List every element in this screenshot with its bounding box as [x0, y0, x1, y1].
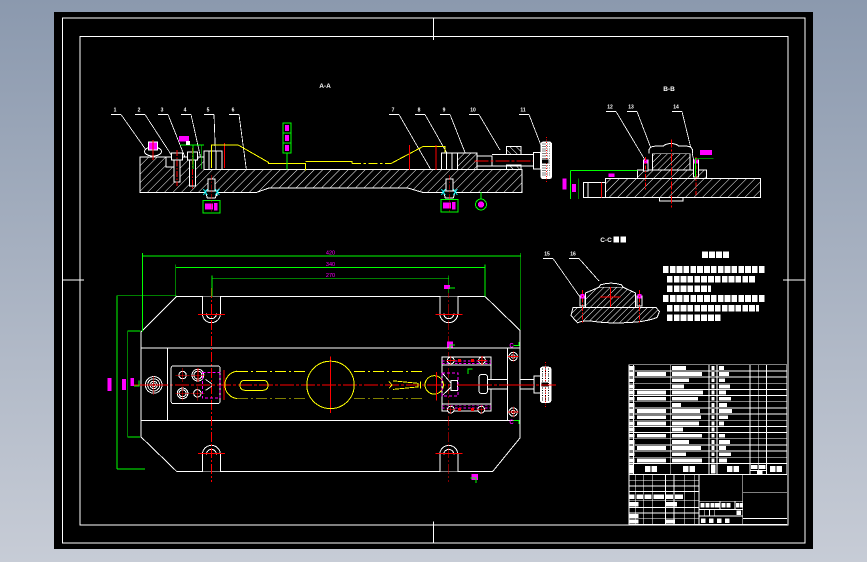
svg-text:1: 1: [114, 108, 117, 114]
svg-text:6: 6: [232, 108, 235, 114]
svg-text:3: 3: [161, 108, 164, 114]
svg-text:9: 9: [443, 108, 446, 114]
svg-text:7: 7: [392, 108, 395, 114]
svg-text:16: 16: [570, 252, 576, 258]
svg-text:420: 420: [326, 251, 335, 257]
svg-text:C-C: C-C: [600, 237, 612, 244]
svg-text:2: 2: [138, 108, 141, 114]
svg-text:10: 10: [470, 108, 476, 114]
svg-text:C: C: [509, 344, 514, 350]
svg-text:5: 5: [207, 108, 210, 114]
svg-text:B-B: B-B: [663, 86, 675, 93]
svg-text:270: 270: [326, 273, 335, 279]
svg-text:340: 340: [326, 262, 335, 268]
svg-text:12: 12: [607, 105, 613, 111]
svg-text:15: 15: [544, 252, 550, 258]
svg-text:4: 4: [184, 108, 187, 114]
svg-text:13: 13: [628, 105, 634, 111]
svg-text:14: 14: [673, 105, 679, 111]
svg-text:11: 11: [520, 108, 526, 114]
svg-text:8: 8: [418, 108, 421, 114]
svg-text:A-A: A-A: [319, 83, 331, 90]
